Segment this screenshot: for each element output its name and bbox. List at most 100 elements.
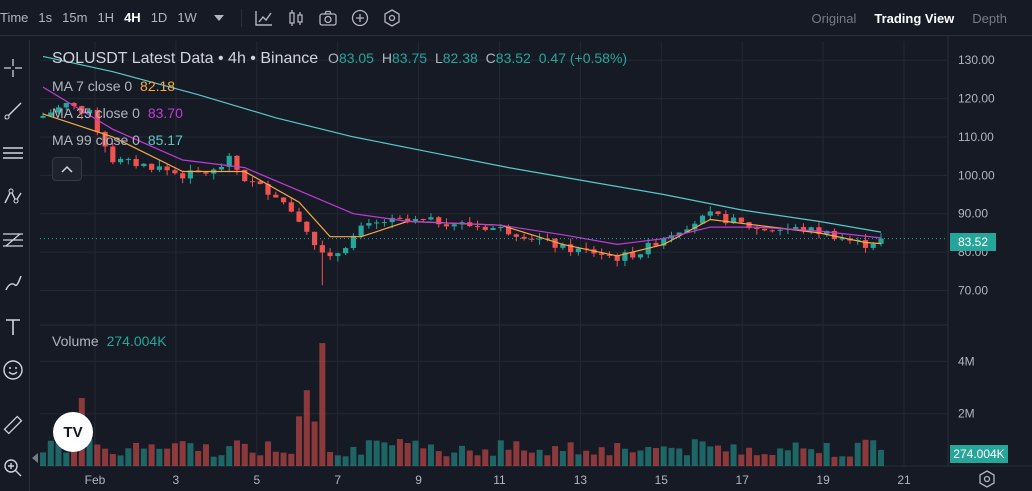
interval-time[interactable]: Time <box>0 10 28 25</box>
volume-bar <box>862 439 869 466</box>
candle-body <box>172 170 178 174</box>
legend-ma7: MA 7 close 0 82.18 <box>52 78 179 94</box>
volume-bar <box>761 454 768 466</box>
volume-bar <box>637 450 644 466</box>
fib-icon[interactable] <box>0 227 26 253</box>
trendline-icon[interactable] <box>0 98 26 124</box>
candle-body <box>218 166 225 170</box>
volume-bar <box>629 452 636 466</box>
time-tick-label: 19 <box>816 473 830 487</box>
plus-circle-icon[interactable] <box>350 8 370 28</box>
volume-bar <box>195 450 202 466</box>
gear-icon[interactable] <box>976 468 998 490</box>
chevron-down-icon[interactable] <box>209 8 229 28</box>
volume-bar <box>831 456 838 466</box>
candle-body <box>343 248 349 254</box>
chevron-up-icon[interactable] <box>52 157 82 181</box>
volume-bar <box>583 450 590 466</box>
chevron-left-icon[interactable] <box>30 448 40 468</box>
brush-icon[interactable] <box>0 270 26 296</box>
horizontal-lines-icon[interactable] <box>0 140 26 166</box>
volume-bar <box>358 454 365 466</box>
volume-bar <box>133 442 140 466</box>
emoji-icon[interactable] <box>0 357 26 383</box>
crosshair-icon[interactable] <box>0 55 26 81</box>
volume-bar <box>621 448 628 466</box>
interval-15m[interactable]: 15m <box>62 10 87 25</box>
candle-body <box>482 226 488 230</box>
volume-bar <box>730 444 737 466</box>
chart-canvas[interactable]: 130.00120.00110.00100.0090.0080.0070.004… <box>0 0 1032 491</box>
interval-1w[interactable]: 1W <box>177 10 197 25</box>
pattern-icon[interactable] <box>0 184 26 210</box>
ruler-icon[interactable] <box>0 412 26 438</box>
legend-ma25: MA 25 close 0 83.70 <box>52 105 187 121</box>
candle-body <box>288 202 294 212</box>
ma25-label: MA 25 close 0 <box>52 105 140 121</box>
candle-body <box>412 218 419 221</box>
volume-bar <box>117 455 124 466</box>
legend-ma99: MA 99 close 0 85.17 <box>52 132 187 148</box>
candle-body <box>203 172 209 174</box>
volume-bar <box>466 450 473 466</box>
candle-body <box>738 217 744 223</box>
volume-bar <box>179 441 186 466</box>
camera-icon[interactable] <box>318 8 338 28</box>
candles-icon[interactable] <box>254 8 274 28</box>
time-tick-label: 5 <box>253 473 260 487</box>
volume-bar <box>513 441 520 466</box>
volume-bar <box>140 448 147 466</box>
time-tick-label: 13 <box>574 473 588 487</box>
volume-bar <box>536 449 543 466</box>
volume-bar <box>691 439 698 466</box>
volume-bar <box>94 444 101 466</box>
candle-body <box>777 229 783 231</box>
volume-bar <box>40 452 46 466</box>
candle-body <box>304 221 310 232</box>
candle-body <box>117 158 124 163</box>
drawing-toolbar <box>0 40 30 491</box>
volume-bar <box>668 447 675 466</box>
interval-1d[interactable]: 1D <box>151 10 168 25</box>
candle-body <box>40 115 46 118</box>
time-tick-label: Feb <box>85 473 106 487</box>
open-value: 83.05 <box>338 50 374 66</box>
gear-icon[interactable] <box>382 8 402 28</box>
price-tick-label: 90.00 <box>958 207 988 221</box>
interval-4h[interactable]: 4H <box>124 10 141 25</box>
volume-bar <box>63 452 70 466</box>
interval-1s[interactable]: 1s <box>38 10 52 25</box>
candle-body <box>474 226 481 228</box>
candle-body <box>141 163 147 167</box>
volume-tick-label: 4M <box>958 354 975 368</box>
volume-bar <box>319 343 326 466</box>
candle-body <box>793 227 799 229</box>
candle-body <box>319 245 325 253</box>
view-trading-view[interactable]: Trading View <box>874 11 954 26</box>
ma25-value: 83.70 <box>147 105 183 121</box>
view-original[interactable]: Original <box>812 11 857 26</box>
candle-body <box>280 197 287 203</box>
candle-body <box>156 166 162 170</box>
candle-body <box>428 217 434 220</box>
candle-body <box>164 166 170 171</box>
text-icon[interactable] <box>0 314 26 340</box>
view-depth[interactable]: Depth <box>972 11 1007 26</box>
volume-bar <box>784 450 791 466</box>
volume-bar <box>854 442 861 466</box>
interval-1h[interactable]: 1H <box>97 10 114 25</box>
volume-bar <box>389 445 396 466</box>
volume-bar <box>288 453 295 466</box>
volume-bar <box>575 454 582 466</box>
volume-bar <box>396 439 403 466</box>
volume-bar <box>552 446 559 466</box>
candle-body <box>296 211 302 222</box>
volume-bar <box>365 440 372 466</box>
volume-bar <box>226 446 233 466</box>
candle-body <box>715 211 721 215</box>
indicators-icon[interactable] <box>286 8 306 28</box>
candle-body <box>133 158 139 167</box>
candle-body <box>358 225 364 236</box>
zoom-in-icon[interactable] <box>0 455 26 481</box>
tradingview-logo[interactable]: TV <box>53 412 93 452</box>
